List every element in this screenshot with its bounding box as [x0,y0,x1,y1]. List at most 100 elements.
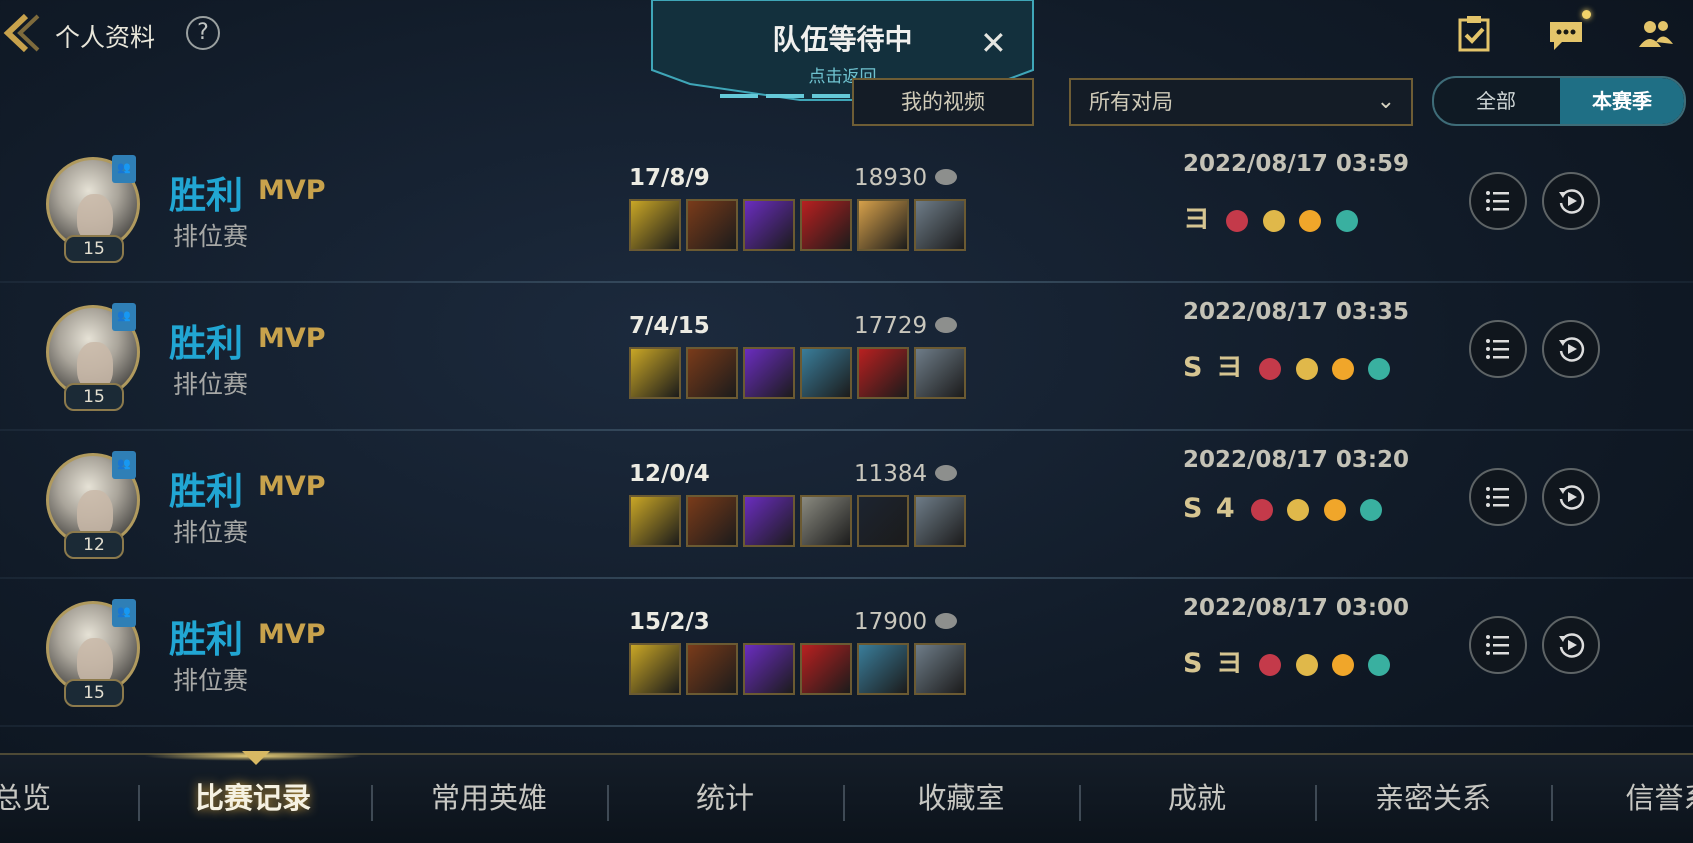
medal-text: S 4 [1183,493,1237,524]
match-details-button[interactable] [1469,172,1527,230]
tab-separator [607,785,609,821]
medal-icon [1259,357,1282,380]
kda: 17/8/9 [629,165,710,191]
item-slot[interactable] [800,643,852,695]
tab-5[interactable]: 收藏室 [871,775,1051,825]
item-slot[interactable] [629,347,681,399]
item-slot[interactable] [914,199,966,251]
match-details-button[interactable] [1469,616,1527,674]
medal-text: S ヨ [1183,352,1245,383]
gold-coin-icon [935,465,957,481]
item-slot[interactable] [857,199,909,251]
item-slot[interactable] [743,347,795,399]
match-row[interactable]: 👥 15 胜利 MVP 排位赛 7/4/15 17729 2022/08/17 … [0,283,1693,431]
tab-separator [1079,785,1081,821]
my-video-button[interactable]: 我的视频 [852,78,1034,126]
replay-button[interactable] [1542,172,1600,230]
replay-icon [1559,633,1585,658]
segment-all[interactable]: 全部 [1434,78,1558,124]
match-mode: 排位赛 [173,666,249,695]
team-badge-icon: 👥 [112,155,136,183]
replay-button[interactable] [1542,616,1600,674]
replay-icon [1559,189,1585,214]
season-toggle[interactable]: 全部 本赛季 [1432,76,1686,126]
replay-button[interactable] [1542,320,1600,378]
match-datetime: 2022/08/17 03:00 [1183,595,1410,621]
tab-6[interactable]: 成就 [1107,775,1287,825]
gold-earned: 11384 [854,461,928,487]
medal-list: S ヨ [1183,345,1391,384]
medal-icon [1295,357,1318,380]
gold-coin-icon [935,613,957,629]
medal-list: S ヨ [1183,641,1391,680]
match-row[interactable]: 👥 15 胜利 MVP 排位赛 17/8/9 18930 2022/08/17 … [0,135,1693,283]
tab-8[interactable]: 信誉系 [1579,775,1693,825]
item-slot[interactable] [743,643,795,695]
kda: 12/0/4 [629,461,710,487]
match-details-button[interactable] [1469,320,1527,378]
match-row[interactable]: 👥 12 胜利 MVP 排位赛 12/0/4 11384 2022/08/17 … [0,431,1693,579]
match-details-button[interactable] [1469,468,1527,526]
bottom-nav: 总览 比赛记录 常用英雄 统计 收藏室 成就 亲密关系 信誉系 [0,751,1693,843]
match-result: 胜利 [169,470,243,513]
gold-earned: 18930 [854,165,928,191]
medal-list: S 4 [1183,493,1383,524]
chevron-down-icon: ⌄ [1376,89,1395,114]
gold-coin-icon [935,317,957,333]
replay-icon [1559,485,1585,510]
match-result: 胜利 [169,174,243,217]
queue-title: 队伍等待中 [772,23,913,56]
medal-text: S ヨ [1183,648,1245,679]
active-tab-indicator [242,751,270,765]
kda: 15/2/3 [629,609,710,635]
tab-1[interactable]: 总览 [0,775,112,825]
item-slot[interactable] [857,643,909,695]
champion-level: 15 [64,679,124,707]
medal-icon [1251,498,1274,521]
replay-button[interactable] [1542,468,1600,526]
tab-separator [1551,785,1553,821]
item-slot[interactable] [800,347,852,399]
medal-text: ヨ [1183,204,1212,235]
item-slot[interactable] [686,643,738,695]
item-slot[interactable] [686,347,738,399]
notification-dot [1582,10,1591,19]
match-result: 胜利 [169,322,243,365]
match-datetime: 2022/08/17 03:20 [1183,447,1410,473]
medal-icon [1332,653,1355,676]
chat-icon[interactable] [1546,14,1586,54]
item-slot[interactable] [686,199,738,251]
champion-level: 15 [64,383,124,411]
item-slot[interactable] [914,347,966,399]
item-slot[interactable] [857,347,909,399]
item-slot[interactable] [743,495,795,547]
tab-7[interactable]: 亲密关系 [1343,775,1523,825]
item-slot[interactable] [800,199,852,251]
item-slot[interactable] [686,495,738,547]
item-slot[interactable] [629,199,681,251]
item-slot[interactable] [629,495,681,547]
item-slot[interactable] [800,495,852,547]
tab-3[interactable]: 常用英雄 [399,775,579,825]
item-slot[interactable] [914,495,966,547]
match-row[interactable]: 👥 15 胜利 MVP 排位赛 15/2/3 17900 2022/08/17 … [0,579,1693,727]
item-slot[interactable] [857,495,909,547]
team-badge-icon: 👥 [112,303,136,331]
match-type-select[interactable]: 所有对局 ⌄ [1069,78,1413,126]
friends-icon[interactable] [1636,14,1676,54]
help-icon[interactable]: ? [186,16,220,50]
tab-2[interactable]: 比赛记录 [163,775,343,825]
medal-icon [1259,653,1282,676]
item-slot[interactable] [629,643,681,695]
medal-icon [1295,653,1318,676]
medal-icon [1368,653,1391,676]
checklist-icon[interactable] [1454,14,1494,54]
medal-icon [1335,209,1358,232]
item-slot[interactable] [743,199,795,251]
item-slot[interactable] [914,643,966,695]
back-button[interactable] [0,10,40,56]
segment-season[interactable]: 本赛季 [1560,78,1684,124]
tab-4[interactable]: 统计 [635,775,815,825]
close-icon[interactable]: ✕ [980,24,1007,62]
medal-icon [1287,498,1310,521]
